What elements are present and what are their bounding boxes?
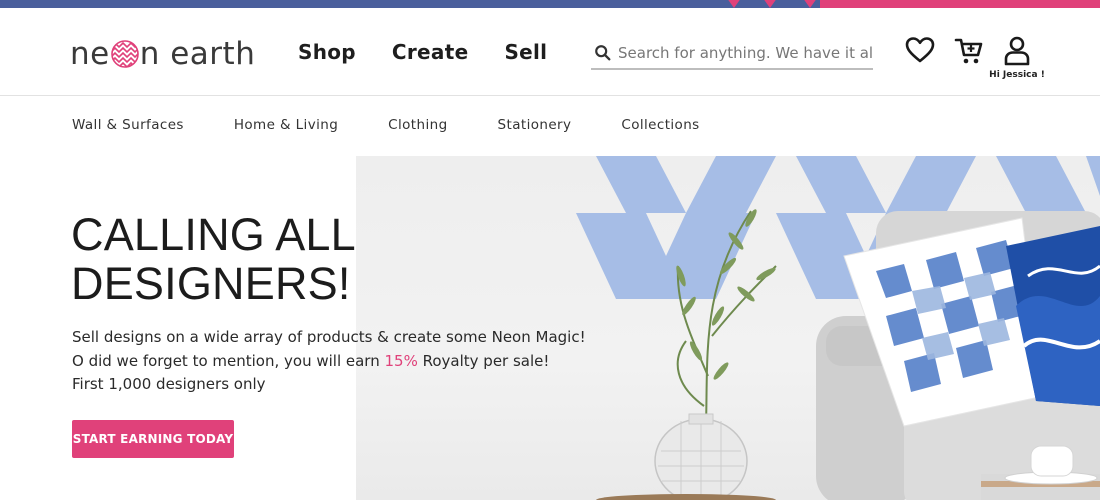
- nav-create[interactable]: Create: [392, 40, 469, 64]
- category-clothing[interactable]: Clothing: [388, 117, 447, 133]
- category-wall-surfaces[interactable]: Wall & Surfaces: [72, 117, 184, 133]
- logo-zigzag-o-icon: [110, 40, 139, 68]
- top-banner-triangle: [800, 0, 820, 8]
- search-input[interactable]: [618, 44, 873, 62]
- category-nav: Wall & Surfaces Home & Living Clothing S…: [72, 117, 750, 133]
- search-icon[interactable]: [594, 44, 612, 62]
- cart-icon[interactable]: [954, 36, 984, 66]
- site-header: ne n earth Shop Create Sell Search for a…: [0, 8, 1100, 96]
- top-banner-triangle: [724, 0, 744, 8]
- heart-icon[interactable]: [905, 36, 935, 64]
- hero-copy-line-3: First 1,000 designers only: [72, 375, 266, 393]
- start-earning-button[interactable]: START EARNING TODAY: [72, 420, 234, 458]
- top-banner-triangle: [760, 0, 780, 8]
- user-icon[interactable]: [1003, 36, 1031, 66]
- hero-copy-line-2-end: Royalty per sale!: [417, 351, 550, 370]
- hero-copy-line-1: Sell designs on a wide array of products…: [72, 328, 586, 346]
- main-nav: Shop Create Sell: [298, 40, 583, 64]
- royalty-percent: 15%: [384, 351, 418, 370]
- logo-text-start: ne: [70, 36, 110, 72]
- category-collections[interactable]: Collections: [621, 117, 699, 133]
- logo-text-end: n earth: [139, 36, 256, 72]
- top-banner-pink-band: [820, 0, 1100, 8]
- hero-description: Sell designs on a wide array of products…: [72, 326, 586, 397]
- neon-earth-logo[interactable]: ne n earth: [70, 36, 255, 72]
- category-home-living[interactable]: Home & Living: [234, 117, 338, 133]
- search-bar: [591, 38, 873, 70]
- hero-copy-line-2-text: O did we forget to mention, you will ear…: [72, 351, 385, 370]
- hero-title-line-1: CALLING ALL: [71, 209, 356, 260]
- nav-sell[interactable]: Sell: [504, 40, 547, 64]
- top-banner-strip: [0, 0, 1100, 8]
- hero-title: CALLING ALL DESIGNERS!: [71, 210, 356, 308]
- category-stationery[interactable]: Stationery: [498, 117, 572, 133]
- hero-copy-line-2: O did we forget to mention, you will ear…: [72, 350, 586, 374]
- nav-shop[interactable]: Shop: [298, 40, 356, 64]
- hero-title-line-2: DESIGNERS!: [71, 258, 351, 309]
- user-greeting[interactable]: Hi Jessica !: [986, 70, 1048, 80]
